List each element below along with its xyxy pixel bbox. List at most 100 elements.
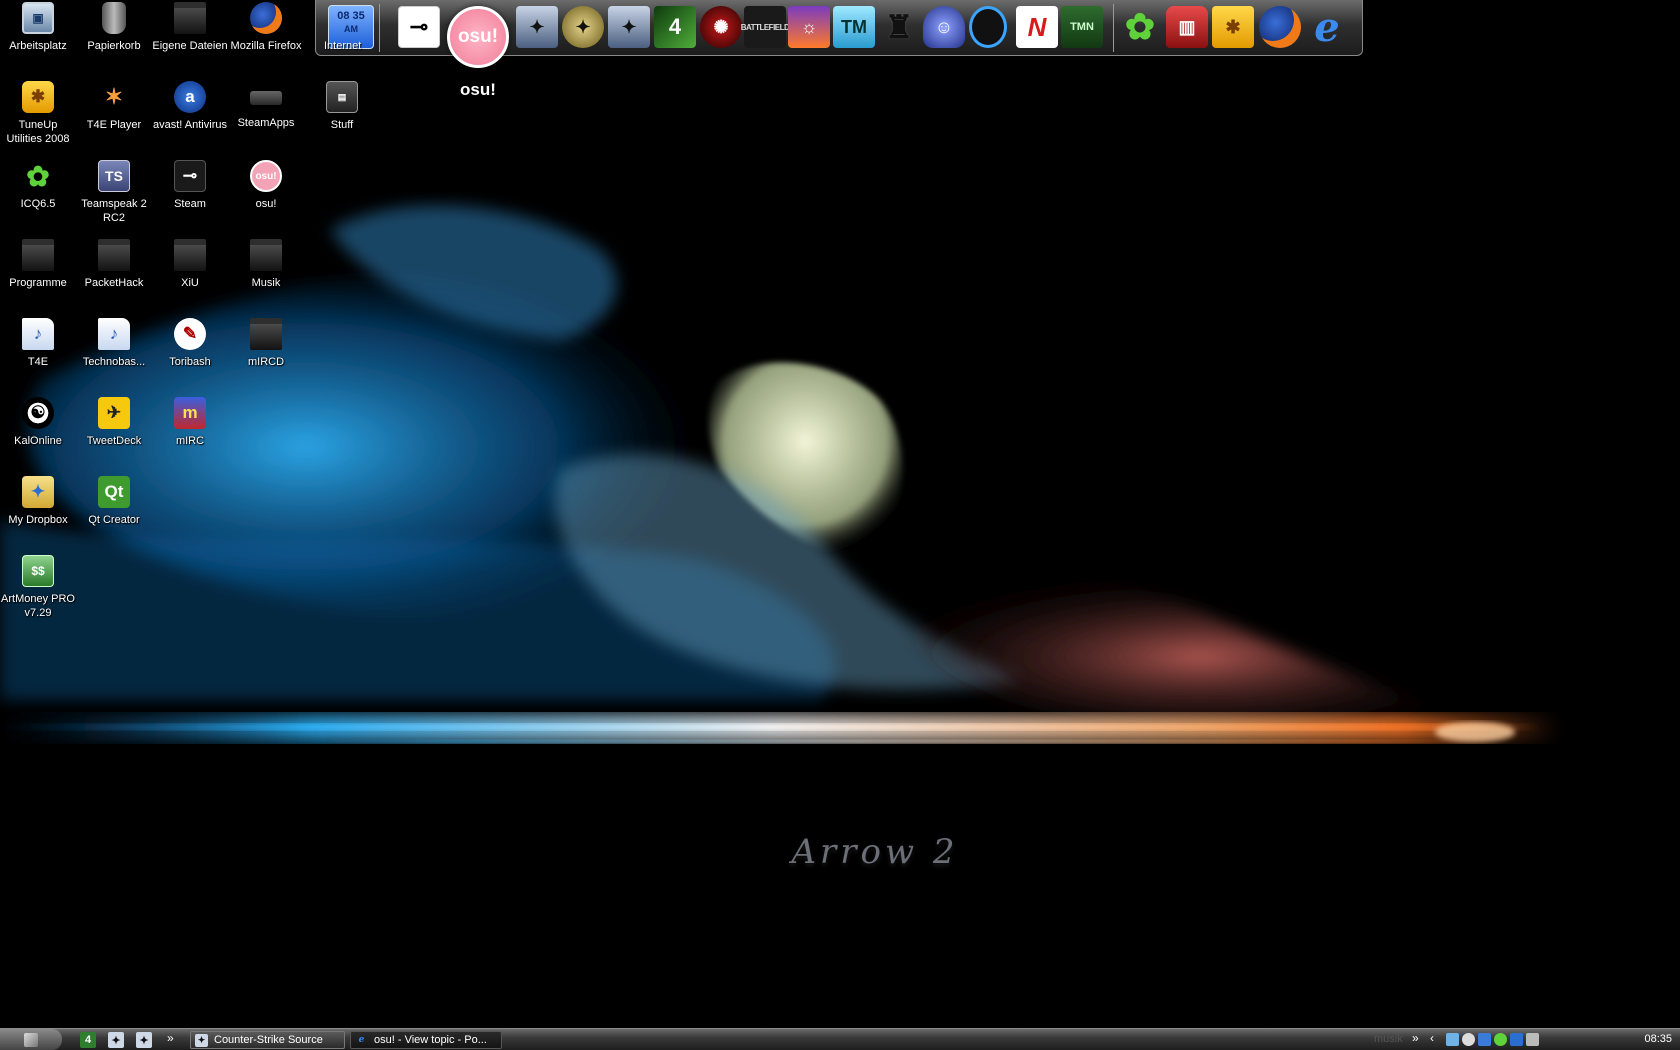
- desktop-icon-steamapps[interactable]: SteamApps: [228, 79, 304, 130]
- desktop-icon-label: avast! Antivirus: [153, 119, 227, 131]
- steam-dock-icon[interactable]: ⊸: [398, 6, 440, 48]
- desktop-icon-label: Technobas...: [82, 356, 146, 368]
- volume-tray-icon[interactable]: [1478, 1033, 1491, 1046]
- network-tray-icon[interactable]: [1446, 1033, 1459, 1046]
- desktop-icon-papierkorb[interactable]: Papierkorb: [76, 0, 152, 53]
- desktop-icon-label: Papierkorb: [87, 40, 141, 52]
- document-icon: ♪: [98, 318, 130, 350]
- task-label: Counter-Strike Source: [214, 1034, 323, 1046]
- dock-hover-label: osu!: [460, 80, 496, 99]
- tray-toolbar-label-musik[interactable]: musik: [1374, 1033, 1403, 1045]
- desktop-icon-musik[interactable]: Musik: [228, 237, 304, 290]
- tuneup-dock-icon[interactable]: ✱: [1212, 6, 1254, 48]
- dropbox-tray-icon[interactable]: [1510, 1033, 1523, 1046]
- top-hat-icon[interactable]: ♜: [878, 6, 920, 48]
- desktop-icon-label: mIRC: [175, 435, 205, 447]
- internet-explorer-icon[interactable]: e: [1306, 4, 1348, 51]
- counter-strike-icon[interactable]: ✦: [516, 6, 558, 48]
- red-game-icon[interactable]: ✺: [700, 6, 742, 48]
- firefox-dock-icon[interactable]: [1259, 6, 1301, 48]
- trackmania-nations-icon[interactable]: TMN: [1061, 6, 1103, 48]
- desktop-icon-label: My Dropbox: [8, 514, 68, 526]
- need-for-speed-icon[interactable]: N: [1016, 6, 1058, 48]
- tuneup-icon: ✱: [22, 81, 54, 113]
- desktop-icon-label: TuneUp Utilities 2008: [6, 119, 70, 145]
- racing-game-icon[interactable]: ☼: [788, 6, 830, 48]
- icq-dock-icon[interactable]: ✿: [1119, 6, 1161, 48]
- desktop-icon-t4e-player[interactable]: ✶ T4E Player: [76, 79, 152, 132]
- desktop-icon-mirc[interactable]: m mIRC: [152, 395, 228, 448]
- recycle-bin-icon: [102, 2, 126, 34]
- desktop-icon-label: Musik: [251, 277, 281, 289]
- quicklaunch-more-chevron-icon[interactable]: »: [167, 1031, 174, 1045]
- battlefield-icon[interactable]: BATTLEFIELD: [741, 6, 790, 48]
- counter-strike-task-icon: ✦: [195, 1033, 208, 1047]
- left4dead-quicklaunch-icon[interactable]: 4: [80, 1032, 96, 1048]
- desktop-icon-steam[interactable]: ⊸ Steam: [152, 158, 228, 211]
- desktop-icon-label: PacketHack: [84, 277, 144, 289]
- wizard-game-icon[interactable]: ☺: [923, 6, 965, 48]
- taskbar: 4 ✦ ✦ » ✦ Counter-Strike Source e osu! -…: [0, 1028, 1680, 1050]
- portal-icon[interactable]: [969, 6, 1007, 48]
- steam-icon: ⊸: [174, 160, 206, 192]
- tray-clock[interactable]: 08:35: [1644, 1033, 1672, 1045]
- desktop-icon-kalonline[interactable]: ☯ KalOnline: [0, 395, 76, 448]
- desktop-icon-qt-creator[interactable]: Qt Qt Creator: [76, 474, 152, 527]
- desktop-icon-label: Eigene Dateien: [152, 40, 228, 52]
- icq-tray-icon[interactable]: [1494, 1033, 1507, 1046]
- desktop-icon-packethack[interactable]: PacketHack: [76, 237, 152, 290]
- desktop-icon-label: XiU: [181, 277, 199, 289]
- desktop-icon-xiu[interactable]: XiU: [152, 237, 228, 290]
- desktop-icon-label: Steam: [174, 198, 206, 210]
- desktop-icon-osu[interactable]: osu! osu!: [228, 158, 304, 211]
- lock-icon[interactable]: ▥: [1166, 6, 1208, 48]
- desktop-icon-label: SteamApps: [237, 117, 295, 129]
- desktop-icon-avast-antivirus[interactable]: a avast! Antivirus: [152, 79, 228, 132]
- windows-logo-icon: [24, 1032, 38, 1047]
- task-label: osu! - View topic - Po...: [374, 1034, 487, 1046]
- desktop-icon-mozilla-firefox[interactable]: Mozilla Firefox: [228, 0, 304, 53]
- security-tray-icon[interactable]: [1526, 1033, 1539, 1046]
- desktop-icon-mircd[interactable]: mIRCD: [228, 316, 304, 369]
- start-button[interactable]: [0, 1029, 62, 1050]
- desktop-icon-tuneup-utilities-2008[interactable]: ✱ TuneUp Utilities 2008: [0, 79, 76, 146]
- desktop-icon-icq6-5[interactable]: ✿ ICQ6.5: [0, 158, 76, 211]
- counter-strike-source-quicklaunch-icon[interactable]: ✦: [136, 1032, 152, 1048]
- dropbox-icon: ✦: [22, 476, 54, 508]
- desktop-icon-toribash[interactable]: ✎ Toribash: [152, 316, 228, 369]
- desktop-icon-label: KalOnline: [14, 435, 62, 447]
- tray-collapse-arrow-icon[interactable]: ‹: [1430, 1031, 1434, 1045]
- desktop-icon-t4e[interactable]: ♪ T4E: [0, 316, 76, 369]
- left4dead-icon[interactable]: 4: [654, 6, 696, 48]
- desktop-icon-label: Mozilla Firefox: [230, 40, 302, 52]
- desktop-icon-programme[interactable]: Programme: [0, 237, 76, 290]
- tray-toolbar-chevron-icon[interactable]: »: [1412, 1031, 1419, 1045]
- desktop-icon-label: ArtMoney PRO v7.29: [1, 593, 75, 619]
- task-button-counter-strike[interactable]: ✦ Counter-Strike Source: [190, 1031, 345, 1049]
- steam-tray-icon[interactable]: [1462, 1033, 1475, 1046]
- desktop-icon-label: Arbeitsplatz: [9, 40, 67, 52]
- desktop-icon-label: TweetDeck: [86, 435, 142, 447]
- counter-strike-condition-zero-icon[interactable]: ✦: [562, 6, 604, 48]
- desktop-icon-tweetdeck[interactable]: ✈ TweetDeck: [76, 395, 152, 448]
- counter-strike-quicklaunch-icon[interactable]: ✦: [108, 1032, 124, 1048]
- stuff-icon: ▤: [326, 81, 358, 113]
- counter-strike-source-icon[interactable]: ✦: [608, 6, 650, 48]
- desktop-icon-my-dropbox[interactable]: ✦ My Dropbox: [0, 474, 76, 527]
- osu-dock-icon-magnified[interactable]: osu!: [447, 6, 509, 68]
- trackmania-icon[interactable]: TM: [833, 6, 875, 48]
- desktop-icon-label: Stuff: [330, 119, 354, 131]
- desktop-icon-label: Programme: [9, 277, 67, 289]
- desktop-icon-technobas[interactable]: ♪ Technobas...: [76, 316, 152, 369]
- artmoney-icon: $$: [22, 555, 54, 587]
- desktop-icon-arbeitsplatz[interactable]: ▣ Arbeitsplatz: [0, 0, 76, 53]
- desktop-icon-eigene-dateien[interactable]: Eigene Dateien: [152, 0, 228, 53]
- task-button-osu-forum[interactable]: e osu! - View topic - Po...: [350, 1031, 502, 1049]
- desktop-icon-teamspeak-2-rc2[interactable]: TS Teamspeak 2 RC2: [76, 158, 152, 225]
- desktop-icon-stuff[interactable]: ▤ Stuff: [304, 79, 380, 132]
- desktop-icon-artmoney-pro-v7-29[interactable]: $$ ArtMoney PRO v7.29: [0, 553, 76, 620]
- dock-separator: [379, 4, 380, 52]
- toribash-icon: ✎: [174, 318, 206, 350]
- desktop-icon-label: Qt Creator: [88, 514, 140, 526]
- dock-internet-label: Internet: [324, 40, 362, 52]
